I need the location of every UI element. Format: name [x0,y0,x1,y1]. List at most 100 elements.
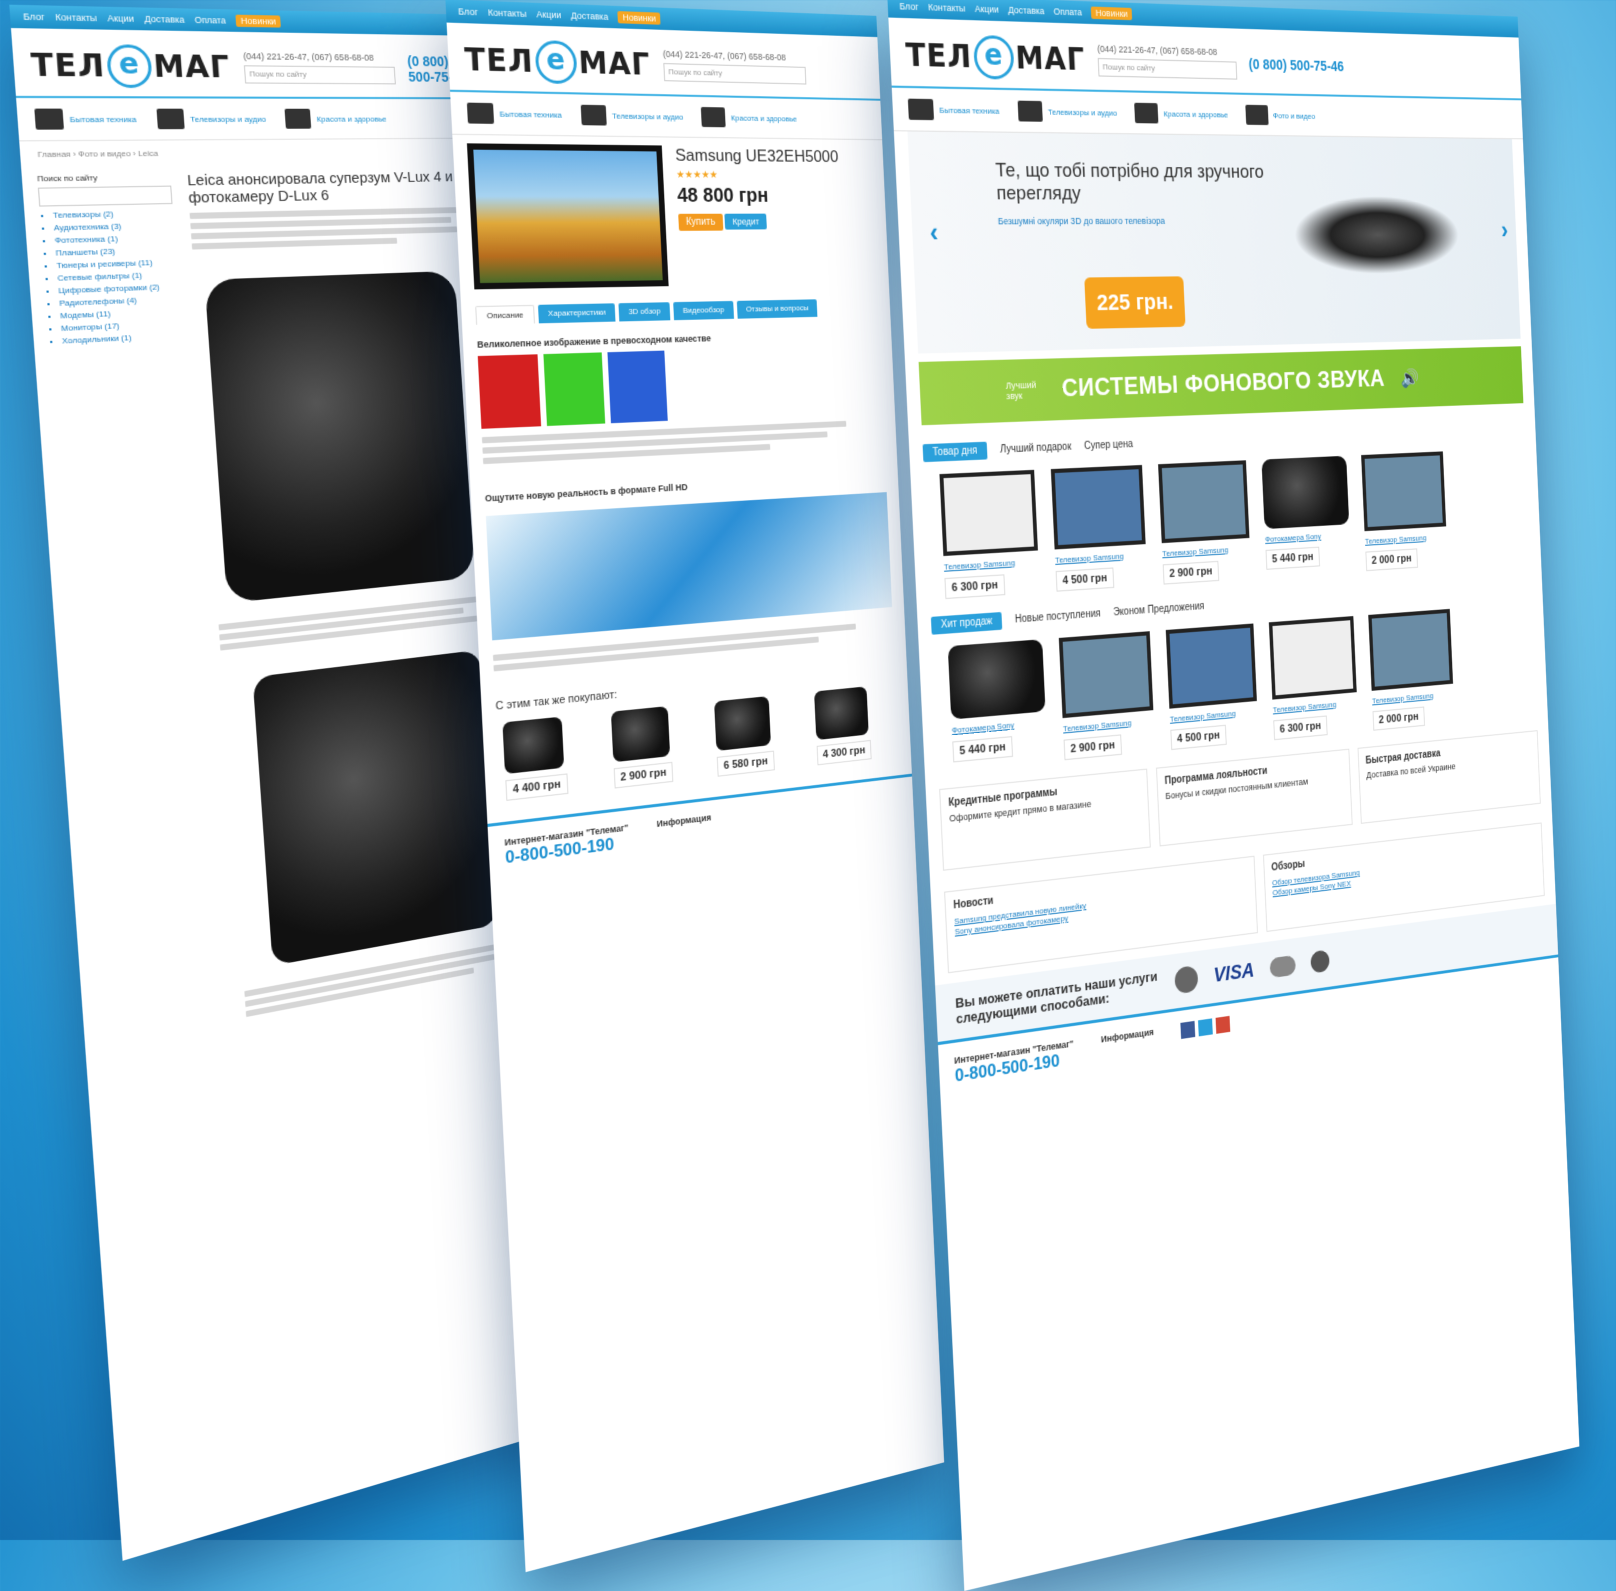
search-input[interactable]: Пошук по сайту [243,65,396,85]
topnav-link[interactable]: Оплата [1053,6,1082,17]
tab-bestseller[interactable]: Хит продаж [930,612,1003,635]
sidebar-item[interactable]: Планшеты (23) [55,245,180,258]
sidebar-item[interactable]: Телевизоры (2) [53,208,178,220]
topnav-link[interactable]: Блог [458,6,478,17]
topnav-link-hot[interactable]: Новинки [1090,6,1133,21]
sidebar-list: Телевизоры (2)Аудиотехника (3)Фототехник… [40,208,187,346]
search-input[interactable]: Пошук по сайту [663,63,807,85]
topnav-link[interactable]: Акции [107,13,134,24]
product-card[interactable]: 4 300 грн [813,684,894,766]
tab-super-price[interactable]: Супер цена [1084,439,1133,452]
sidebar-item[interactable]: Аудиотехника (3) [53,220,178,233]
product-card[interactable]: Телевизор Samsung 6 300 грн [1268,616,1359,741]
delivery-info[interactable]: Быстрая доставка Доставка по всей Украине [1357,730,1541,824]
visa-logo: VISA [1213,959,1255,987]
chevron-right-icon[interactable]: › [1501,215,1509,245]
buy-button[interactable]: Купить [678,213,724,231]
sidebar-item[interactable]: Фототехника (1) [54,233,179,245]
category-item[interactable]: Бытовая техника [466,102,562,125]
product-image[interactable] [466,143,669,290]
product-card[interactable]: Телевизор Samsung 4 500 грн [1165,623,1259,751]
topnav-link[interactable]: Доставка [144,14,185,25]
topnav-link[interactable]: Контакты [488,7,527,19]
sidebar-item[interactable]: Тюнеры и ресиверы (11) [56,257,181,270]
sidebar-search-input[interactable] [37,185,173,207]
product-card[interactable]: Телевизор Samsung 2 000 грн [1368,608,1455,731]
camera-back-image [252,649,498,966]
rating-stars-icon: ★★★★★ [676,169,719,181]
tab-specs[interactable]: Характеристики [537,303,616,324]
logo[interactable]: ТЕЛ е МАГ [30,43,232,89]
category-item[interactable]: Бытовая техника [34,108,137,130]
sidebar-item[interactable]: Сетевые фильтры (1) [57,269,182,283]
product-card[interactable]: Телевизор Samsung 2 000 грн [1361,451,1448,572]
topnav-link[interactable]: Блог [899,1,918,12]
tab-best-gift[interactable]: Лучший подарок [1000,441,1072,455]
topnav-link[interactable]: Блог [23,11,45,22]
topnav-link[interactable]: Акции [975,4,999,15]
topnav-link[interactable]: Контакты [928,2,966,14]
beauty-icon [284,108,312,129]
product-card[interactable]: 2 900 грн [610,704,697,789]
category-item[interactable]: Красота и здоровье [1134,102,1228,125]
category-item[interactable]: Фото и видео [1244,104,1316,126]
search-input[interactable]: Пошук по сайту [1097,58,1238,80]
category-item[interactable]: Телевизоры и аудио [1017,100,1118,123]
facebook-icon[interactable] [1180,1020,1195,1040]
product-card[interactable]: Телевизор Samsung 4 500 грн [1050,464,1148,592]
tab-economy[interactable]: Эконом Предложения [1113,601,1205,619]
logo[interactable]: ТЕЛ е МАГ [905,33,1086,81]
topnav-link-hot[interactable]: Новинки [235,14,282,28]
product-card[interactable]: 6 580 грн [714,694,798,777]
webmoney-icon [1310,949,1330,974]
loyalty-info[interactable]: Программа лояльности Бонусы и скидки пост… [1156,748,1353,847]
beauty-icon [701,106,726,128]
sidebar-title: Поиск по сайту [36,173,98,184]
product-page-mockup: Блог Контакты Акции Доставка Новинки ТЕЛ… [445,0,945,1573]
google-plus-icon[interactable] [1215,1015,1230,1034]
credit-button[interactable]: Кредит [724,213,767,230]
category-item[interactable]: Красота и здоровье [701,106,797,128]
tab-deal-of-day[interactable]: Товар дня [922,441,988,463]
footer-info-title: Информация [656,812,712,829]
category-bar: Бытовая техника Телевизоры и аудио Красо… [16,97,486,142]
category-item[interactable]: Телевизоры и аудио [580,104,684,127]
product-card[interactable]: 4 400 грн [502,714,593,801]
tab-description[interactable]: Описание [475,304,535,325]
category-item[interactable]: Красота и здоровье [284,108,387,129]
promo-banner[interactable]: ‹ Те, що тобі потрібно для зручного пере… [907,131,1521,354]
article-title: Leica анонсировала суперзум V-Lux 4 и фо… [186,168,454,207]
showcase-stage: Блог Контакты Акции Доставка Оплата Нови… [0,0,1616,1591]
topnav-link[interactable]: Доставка [571,10,609,22]
product-card[interactable]: Фотокамера Sony 5 440 грн [1261,455,1351,578]
camera-image [204,270,475,604]
twitter-icon[interactable] [1197,1018,1213,1037]
banner-title: Те, що тобі потрібно для зручного перегл… [995,159,1265,205]
tab-video[interactable]: Видеообзор [673,300,734,321]
logo[interactable]: ТЕЛ е МАГ [464,38,652,86]
tab-new-arrivals[interactable]: Новые поступления [1015,608,1101,625]
site-header: ТЕЛ е МАГ (044) 221-26-47, (067) 658-68-08… [446,22,881,101]
chevron-left-icon[interactable]: ‹ [929,216,939,249]
price-badge: 225 грн. [1084,276,1186,329]
category-item[interactable]: Бытовая техника [907,98,1000,122]
category-item[interactable]: Телевизоры и аудио [156,108,267,130]
3d-glasses-image [1292,195,1461,275]
sidebar-item[interactable]: Цифровые фоторамки (2) [58,282,183,295]
product-card[interactable]: Телевизор Samsung 2 900 грн [1058,631,1155,761]
tab-reviews[interactable]: Отзывы и вопросы [736,299,818,319]
topnav-link[interactable]: Оплата [194,15,226,26]
topnav-link[interactable]: Доставка [1008,5,1045,17]
topnav-link-hot[interactable]: Новинки [617,11,661,25]
product-card[interactable]: Телевизор Samsung 2 900 грн [1158,460,1251,585]
site-header: ТЕЛ е МАГ (044) 221-26-47, (067) 658-68-08… [10,28,483,100]
camera-icon [1244,104,1269,126]
product-card[interactable]: Фотокамера Sony 5 440 грн [947,639,1048,771]
topnav-link[interactable]: Акции [536,9,561,20]
topnav-link[interactable]: Контакты [55,12,97,23]
sidebar-item[interactable]: Холодильники (1) [62,331,187,346]
product-title: Samsung UE32EH5000 [674,145,839,166]
product-card[interactable]: Телевизор Samsung 6 300 грн [939,469,1039,600]
tab-3d[interactable]: 3D обзор [618,302,671,322]
credit-info[interactable]: Кредитные программы Оформите кредит прямо… [939,768,1151,871]
